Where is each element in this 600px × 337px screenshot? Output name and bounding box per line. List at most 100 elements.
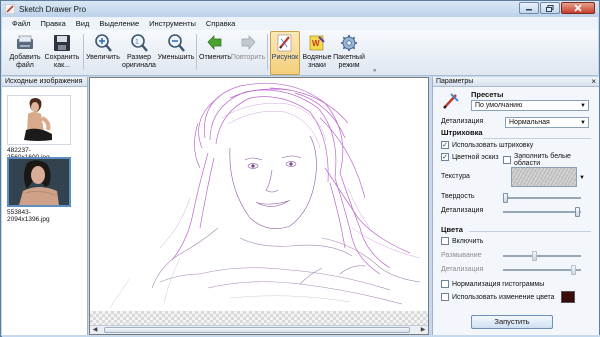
fill-white-row[interactable]: Заполнить белые области [503,153,599,167]
toolbar-overflow-button[interactable]: » [373,68,376,74]
color-sketch-checkbox[interactable] [441,153,449,161]
color-change-row[interactable]: Использовать изменение цвета [441,293,555,301]
toolbar: Добавить файл Сохранить как... Увеличить… [2,30,598,76]
scroll-left-icon[interactable]: ◀ [90,326,100,334]
use-hatching-row[interactable]: Использовать штриховку [441,141,533,149]
menu-help[interactable]: Справка [206,19,235,28]
zoom-in-button[interactable]: Увеличить [85,32,121,62]
chevron-down-icon: ▼ [580,103,586,109]
hardness-label: Твердость [441,193,475,200]
add-file-icon [14,32,36,54]
presets-label: Пресеты [471,90,504,99]
menu-edit[interactable]: Правка [40,19,65,28]
title-bar: Sketch Drawer Pro [1,1,599,17]
save-icon [51,32,73,54]
redo-arrow-icon [237,32,259,54]
color-detail-slider[interactable] [503,265,581,275]
slider-handle[interactable] [503,193,508,203]
toolbar-separator [267,34,268,70]
restore-icon [546,4,554,12]
use-hatching-checkbox[interactable] [441,141,449,149]
normalize-hist-checkbox[interactable] [441,280,449,288]
run-button[interactable]: Запустить [471,315,553,329]
slider-handle[interactable] [575,207,580,217]
color-sketch-row[interactable]: Цветной эскиз [441,153,499,161]
hatch-detail-slider[interactable] [503,207,581,217]
image-thumbnail-selected[interactable]: 553843-2094x1396.jpg [7,157,71,223]
drawing-brush-icon [274,32,296,54]
close-button[interactable] [561,2,595,14]
app-window: Sketch Drawer Pro Файл Правка Вид Выделе… [0,0,600,337]
parameters-title: Параметры × [433,77,599,87]
thumbnail-image [7,157,71,207]
section-divider [483,138,591,139]
slider-handle[interactable] [571,265,576,275]
thumbnail-filename: 553843-2094x1396.jpg [7,209,50,223]
scrollbar-thumb[interactable] [104,327,410,333]
section-divider [469,231,591,232]
canvas-transparency-strip [90,311,428,325]
detail-label: Детализация [441,118,484,125]
zoom-original-icon: 1 [128,32,150,54]
panel-close-icon[interactable]: × [591,77,596,87]
normalize-hist-row[interactable]: Нормализация гистограммы [441,280,544,288]
texture-label: Текстура [441,173,470,180]
window-controls [519,2,595,14]
fill-white-checkbox[interactable] [503,156,511,164]
original-size-button[interactable]: 1 Размер оригинала [121,32,157,70]
hatch-detail-label: Детализация [441,207,484,214]
app-icon [5,4,15,14]
drawing-mode-button[interactable]: Рисунок [270,31,300,75]
menu-view[interactable]: Вид [76,19,90,28]
zoom-out-icon [165,32,187,54]
undo-button[interactable]: Отменить [199,32,231,62]
colors-section-title: Цвета [441,225,463,234]
blur-label: Размывание [441,252,482,259]
enable-colors-row[interactable]: Включить [441,237,483,245]
detail-select[interactable]: Нормальная ▼ [505,117,589,128]
minimize-icon [526,9,532,11]
enable-colors-checkbox[interactable] [441,237,449,245]
menu-tools[interactable]: Инструменты [149,19,196,28]
zoom-in-icon [92,32,114,54]
thumbnail-image [7,95,71,145]
redo-button[interactable]: Повторить [231,32,265,62]
batch-mode-button[interactable]: Пакетный режим [333,32,365,70]
canvas-area: ◀ ▶ [89,77,429,335]
menu-bar: Файл Правка Вид Выделение Инструменты Сп… [2,17,598,30]
source-images-title: Исходные изображения [2,77,87,87]
watermarks-button[interactable]: W Водяные знаки [302,32,332,70]
toolbar-separator [196,34,197,70]
horizontal-scrollbar[interactable]: ◀ ▶ [90,325,428,334]
hardness-slider[interactable] [503,193,581,203]
color-detail-label: Детализация [441,266,484,273]
hatching-section-title: Штриховка [441,128,483,137]
sketch-preview-image [90,78,428,311]
sketch-canvas[interactable] [90,78,428,311]
window-title: Sketch Drawer Pro [19,4,87,14]
color-swatch[interactable] [561,291,575,303]
blur-slider[interactable] [503,251,581,261]
scroll-right-icon[interactable]: ▶ [418,326,428,334]
minimize-button[interactable] [519,2,539,14]
detail-row: Детализация [441,118,483,125]
chevron-down-icon: ▼ [580,120,586,126]
texture-picker[interactable] [511,167,577,187]
close-icon [574,4,582,12]
save-as-button[interactable]: Сохранить как... [44,32,80,70]
source-images-panel: Исходные изображения 482237-2560x1600.jp… [2,77,88,335]
watermark-icon: W [306,32,328,54]
parameters-panel: Параметры × Пресеты По умолчанию ▼ Детал… [432,77,599,335]
chevron-down-icon[interactable]: ▼ [579,175,585,181]
image-thumbnail[interactable]: 482237-2560x1600.jpg [7,95,71,161]
presets-brush-icon [443,93,459,109]
color-change-checkbox[interactable] [441,293,449,301]
add-file-button[interactable]: Добавить файл [8,32,42,70]
maximize-button[interactable] [540,2,560,14]
zoom-out-button[interactable]: Уменьшить [158,32,194,62]
svg-text:W: W [312,39,320,48]
menu-selection[interactable]: Выделение [99,19,139,28]
slider-handle[interactable] [532,251,537,261]
menu-file[interactable]: Файл [12,19,30,28]
presets-select[interactable]: По умолчанию ▼ [471,100,589,111]
